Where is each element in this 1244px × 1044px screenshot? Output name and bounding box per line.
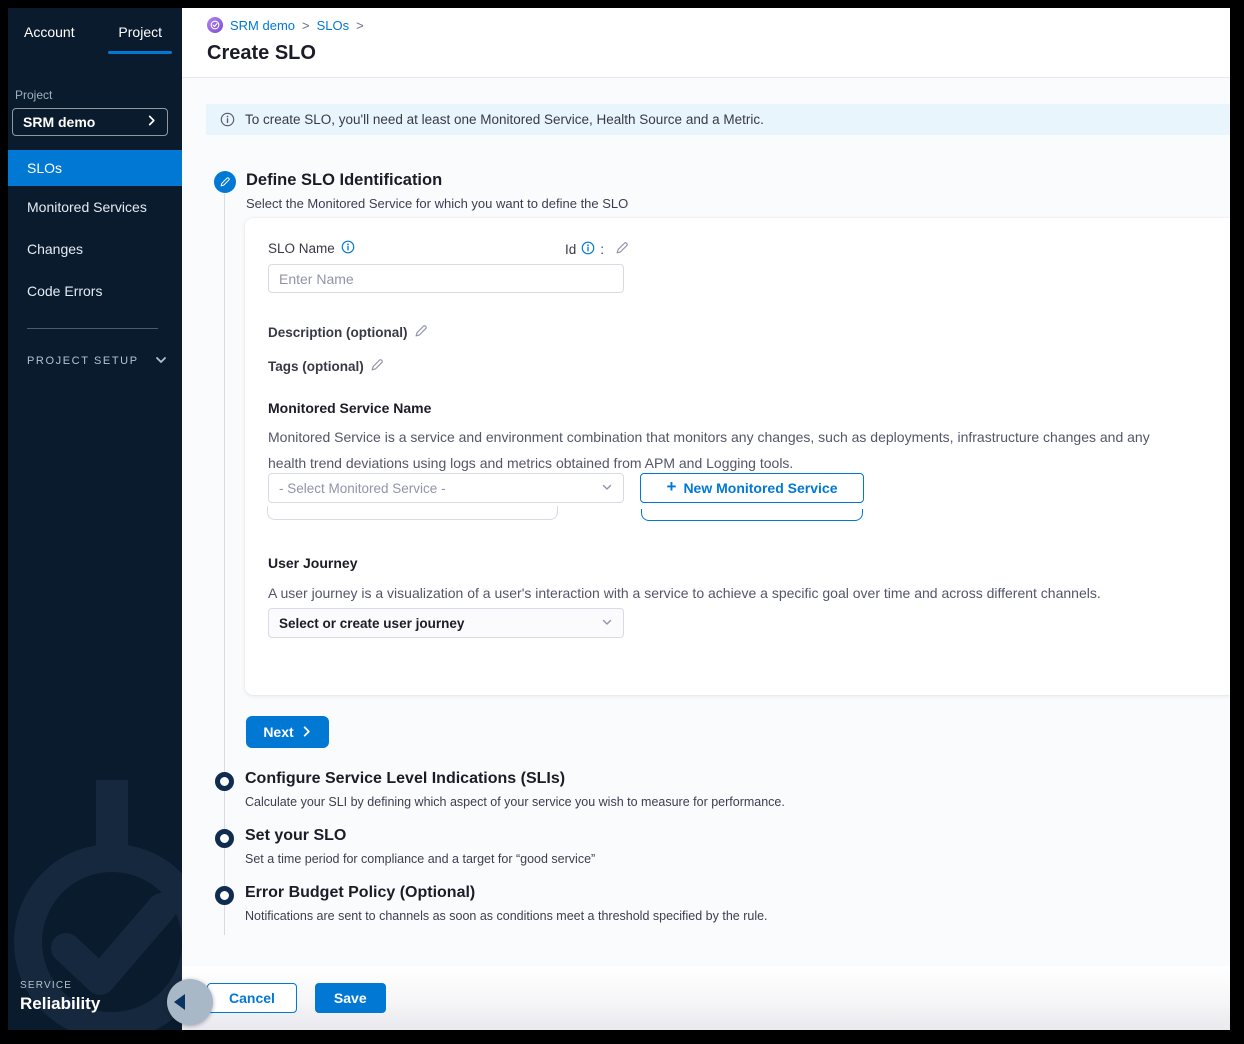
wizard-step-4[interactable]: Error Budget Policy (Optional) Notificat… bbox=[215, 884, 768, 923]
id-colon: : bbox=[600, 242, 604, 257]
tab-account[interactable]: Account bbox=[18, 24, 81, 52]
info-banner-text: To create SLO, you'll need at least one … bbox=[245, 112, 764, 127]
module-brand: SERVICE Reliability bbox=[20, 980, 100, 1014]
select-ghost-border bbox=[267, 506, 558, 520]
monitored-service-label: Monitored Service Name bbox=[268, 400, 431, 416]
user-journey-label: User Journey bbox=[268, 555, 357, 571]
breadcrumb-link-slos[interactable]: SLOs bbox=[317, 18, 350, 33]
step-radio-icon bbox=[215, 886, 234, 905]
step4-subtitle: Notifications are sent to channels as so… bbox=[245, 909, 768, 923]
sidebar-item-project-setup[interactable]: PROJECT SETUP bbox=[8, 341, 182, 381]
info-icon[interactable] bbox=[581, 241, 595, 258]
wizard-step-2[interactable]: Configure Service Level Indications (SLI… bbox=[215, 770, 785, 809]
sidebar-divider bbox=[27, 328, 158, 329]
page-title: Create SLO bbox=[207, 42, 1230, 65]
user-journey-description: A user journey is a visualization of a u… bbox=[268, 580, 1183, 606]
sidebar-item-changes[interactable]: Changes bbox=[8, 228, 182, 270]
wizard-step-3[interactable]: Set your SLO Set a time period for compl… bbox=[215, 827, 595, 866]
info-banner: To create SLO, you'll need at least one … bbox=[206, 104, 1230, 135]
action-footer: Cancel Save bbox=[182, 966, 1230, 1030]
page-header: SRM demo > SLOs > Create SLO bbox=[182, 8, 1230, 78]
description-label-row: Description (optional) bbox=[268, 323, 429, 341]
wizard-connector-line bbox=[224, 194, 225, 935]
chevron-down-icon bbox=[601, 616, 613, 631]
project-selector-value: SRM demo bbox=[23, 114, 95, 130]
project-selector[interactable]: SRM demo bbox=[12, 108, 168, 136]
create-slo-content: To create SLO, you'll need at least one … bbox=[182, 78, 1230, 966]
slo-name-label: SLO Name bbox=[268, 240, 355, 257]
new-monitored-service-label: New Monitored Service bbox=[683, 480, 837, 496]
step1-subtitle: Select the Monitored Service for which y… bbox=[246, 196, 628, 211]
srm-module-icon bbox=[207, 17, 223, 33]
step4-title: Error Budget Policy (Optional) bbox=[245, 884, 768, 902]
breadcrumb-link-project[interactable]: SRM demo bbox=[230, 18, 295, 33]
module-name: Reliability bbox=[20, 994, 100, 1014]
main-area: SRM demo > SLOs > Create SLO To create S… bbox=[182, 8, 1230, 1030]
breadcrumb: SRM demo > SLOs > bbox=[207, 17, 1230, 33]
sidebar-scope-tabs: Account Project bbox=[8, 8, 182, 52]
slo-name-label-text: SLO Name bbox=[268, 241, 335, 256]
monitored-service-select[interactable]: - Select Monitored Service - bbox=[268, 473, 624, 503]
wizard-step-1[interactable]: Define SLO Identification Select the Mon… bbox=[214, 171, 628, 211]
step2-subtitle: Calculate your SLI by defining which asp… bbox=[245, 795, 785, 809]
module-kicker: SERVICE bbox=[20, 980, 100, 991]
step2-title: Configure Service Level Indications (SLI… bbox=[245, 770, 785, 788]
slo-name-input[interactable] bbox=[268, 264, 624, 293]
sidebar-nav: SLOs Monitored Services Changes Code Err… bbox=[8, 150, 182, 312]
monitored-service-select-value: - Select Monitored Service - bbox=[279, 481, 446, 496]
tab-project[interactable]: Project bbox=[112, 24, 168, 52]
edit-icon[interactable] bbox=[370, 357, 385, 375]
step3-title: Set your SLO bbox=[245, 827, 595, 845]
description-label: Description (optional) bbox=[268, 325, 408, 340]
chevron-down-icon bbox=[601, 481, 613, 496]
slo-id-row: Id : bbox=[565, 240, 630, 258]
step-radio-icon bbox=[215, 772, 234, 791]
breadcrumb-separator: > bbox=[356, 18, 364, 33]
user-journey-select-value: Select or create user journey bbox=[279, 616, 464, 631]
new-monitored-service-button[interactable]: + New Monitored Service bbox=[640, 473, 864, 503]
sidebar-collapse-button[interactable] bbox=[167, 979, 213, 1025]
app-window: Account Project Project SRM demo SLOs Mo… bbox=[8, 8, 1230, 1030]
monitored-service-description: Monitored Service is a service and envir… bbox=[268, 424, 1183, 476]
step1-title: Define SLO Identification bbox=[246, 171, 628, 190]
edit-icon[interactable] bbox=[615, 240, 630, 258]
save-button[interactable]: Save bbox=[315, 983, 386, 1013]
tags-label-row: Tags (optional) bbox=[268, 357, 385, 375]
button-ghost-border bbox=[641, 509, 863, 521]
user-journey-select[interactable]: Select or create user journey bbox=[268, 608, 624, 638]
info-icon bbox=[220, 112, 235, 127]
cancel-button[interactable]: Cancel bbox=[207, 983, 297, 1013]
plus-icon: + bbox=[667, 477, 677, 497]
id-label: Id bbox=[565, 242, 576, 257]
chevron-right-icon bbox=[301, 724, 312, 740]
project-section-label: Project bbox=[15, 88, 182, 102]
sidebar-item-code-errors[interactable]: Code Errors bbox=[8, 270, 182, 312]
info-icon[interactable] bbox=[341, 240, 355, 257]
tags-label: Tags (optional) bbox=[268, 359, 364, 374]
step3-subtitle: Set a time period for compliance and a t… bbox=[245, 852, 595, 866]
slo-identification-card: SLO Name Id : Des bbox=[245, 218, 1230, 695]
project-setup-label: PROJECT SETUP bbox=[27, 355, 139, 367]
sidebar-item-monitored-services[interactable]: Monitored Services bbox=[8, 186, 182, 228]
collapse-left-arrow-icon bbox=[174, 994, 185, 1010]
sidebar: Account Project Project SRM demo SLOs Mo… bbox=[8, 8, 182, 1030]
step-radio-icon bbox=[215, 829, 234, 848]
sidebar-item-slos[interactable]: SLOs bbox=[8, 150, 182, 186]
chevron-down-icon bbox=[155, 354, 167, 369]
next-button-label: Next bbox=[263, 724, 293, 740]
next-button[interactable]: Next bbox=[246, 716, 329, 748]
chevron-right-icon bbox=[146, 113, 157, 131]
edit-step-icon bbox=[214, 171, 236, 193]
edit-icon[interactable] bbox=[414, 323, 429, 341]
breadcrumb-separator: > bbox=[302, 18, 310, 33]
